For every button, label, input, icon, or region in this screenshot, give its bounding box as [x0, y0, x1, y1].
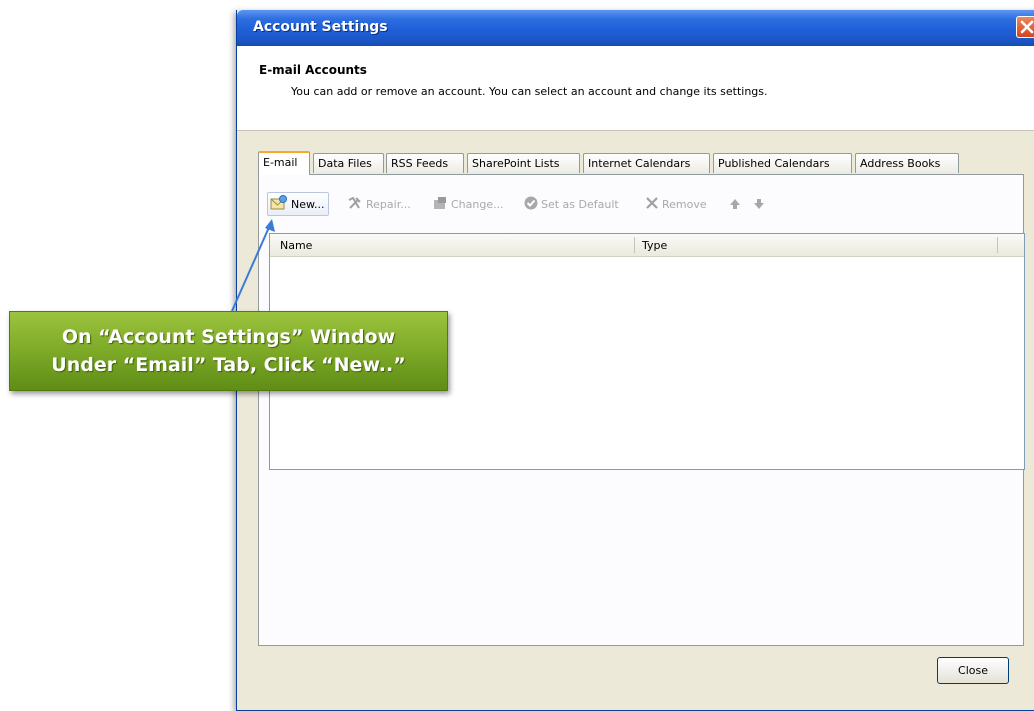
- instruction-callout: On “Account Settings” Window Under “Emai…: [9, 311, 448, 391]
- tab-email[interactable]: E-mail: [258, 151, 310, 175]
- callout-line-1: On “Account Settings” Window: [61, 326, 396, 348]
- callout-line-2: Under “Email” Tab, Click “New..”: [51, 354, 406, 376]
